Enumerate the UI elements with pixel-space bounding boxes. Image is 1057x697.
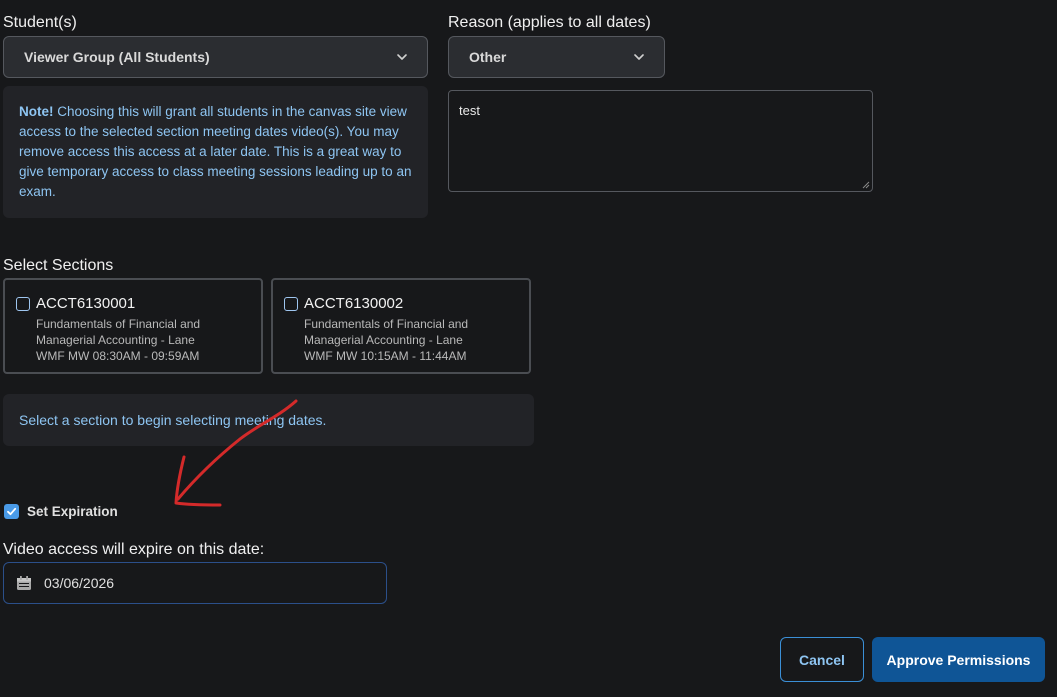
- reason-label: Reason (applies to all dates): [448, 14, 651, 31]
- resize-grip-icon[interactable]: [862, 181, 870, 189]
- set-expiration-label[interactable]: Set Expiration: [27, 504, 118, 519]
- sections-label: Select Sections: [3, 257, 114, 274]
- section-desc-line: Managerial Accounting - Lane: [304, 333, 463, 347]
- section-desc-line: Managerial Accounting - Lane: [36, 333, 195, 347]
- section-card-acct6130002[interactable]: ACCT6130002 Fundamentals of Financial an…: [271, 278, 531, 374]
- section-desc-line: WMF MW 10:15AM - 11:44AM: [304, 349, 467, 363]
- note-text: Choosing this will grant all students in…: [19, 104, 412, 199]
- permissions-form: Student(s) Viewer Group (All Students) N…: [0, 0, 1057, 697]
- reason-select[interactable]: Other: [448, 36, 665, 78]
- section-code: ACCT6130001: [36, 295, 136, 312]
- checkmark-icon: [7, 507, 17, 516]
- section-desc-line: Fundamentals of Financial and: [36, 317, 201, 331]
- chevron-down-icon: [397, 54, 407, 60]
- expiration-date-input[interactable]: 03/06/2026: [3, 562, 387, 604]
- set-expiration-checkbox[interactable]: [4, 504, 19, 519]
- cancel-button[interactable]: Cancel: [780, 637, 864, 682]
- students-select-value: Viewer Group (All Students): [24, 49, 210, 65]
- calendar-icon: [17, 576, 31, 590]
- section-checkbox[interactable]: [16, 297, 30, 311]
- section-checkbox[interactable]: [284, 297, 298, 311]
- section-desc-line: WMF MW 08:30AM - 09:59AM: [36, 349, 200, 363]
- approve-permissions-button[interactable]: Approve Permissions: [872, 637, 1045, 682]
- reason-textarea[interactable]: test: [448, 90, 873, 192]
- expiration-date-label: Video access will expire on this date:: [3, 541, 265, 558]
- section-code: ACCT6130002: [304, 295, 404, 312]
- chevron-down-icon: [634, 54, 644, 60]
- expiration-date-value: 03/06/2026: [44, 575, 115, 591]
- reason-select-value: Other: [469, 49, 507, 65]
- annotation-arrow: [174, 399, 298, 507]
- note-strong: Note!: [19, 104, 54, 119]
- section-card-acct6130001[interactable]: ACCT6130001 Fundamentals of Financial an…: [3, 278, 263, 374]
- students-note: Note! Choosing this will grant all stude…: [3, 86, 428, 218]
- section-description: Fundamentals of Financial and Managerial…: [36, 316, 200, 364]
- section-desc-line: Fundamentals of Financial and: [304, 317, 469, 331]
- students-select[interactable]: Viewer Group (All Students): [3, 36, 428, 78]
- students-label: Student(s): [3, 14, 77, 31]
- reason-text: test: [459, 103, 480, 118]
- section-description: Fundamentals of Financial and Managerial…: [304, 316, 468, 364]
